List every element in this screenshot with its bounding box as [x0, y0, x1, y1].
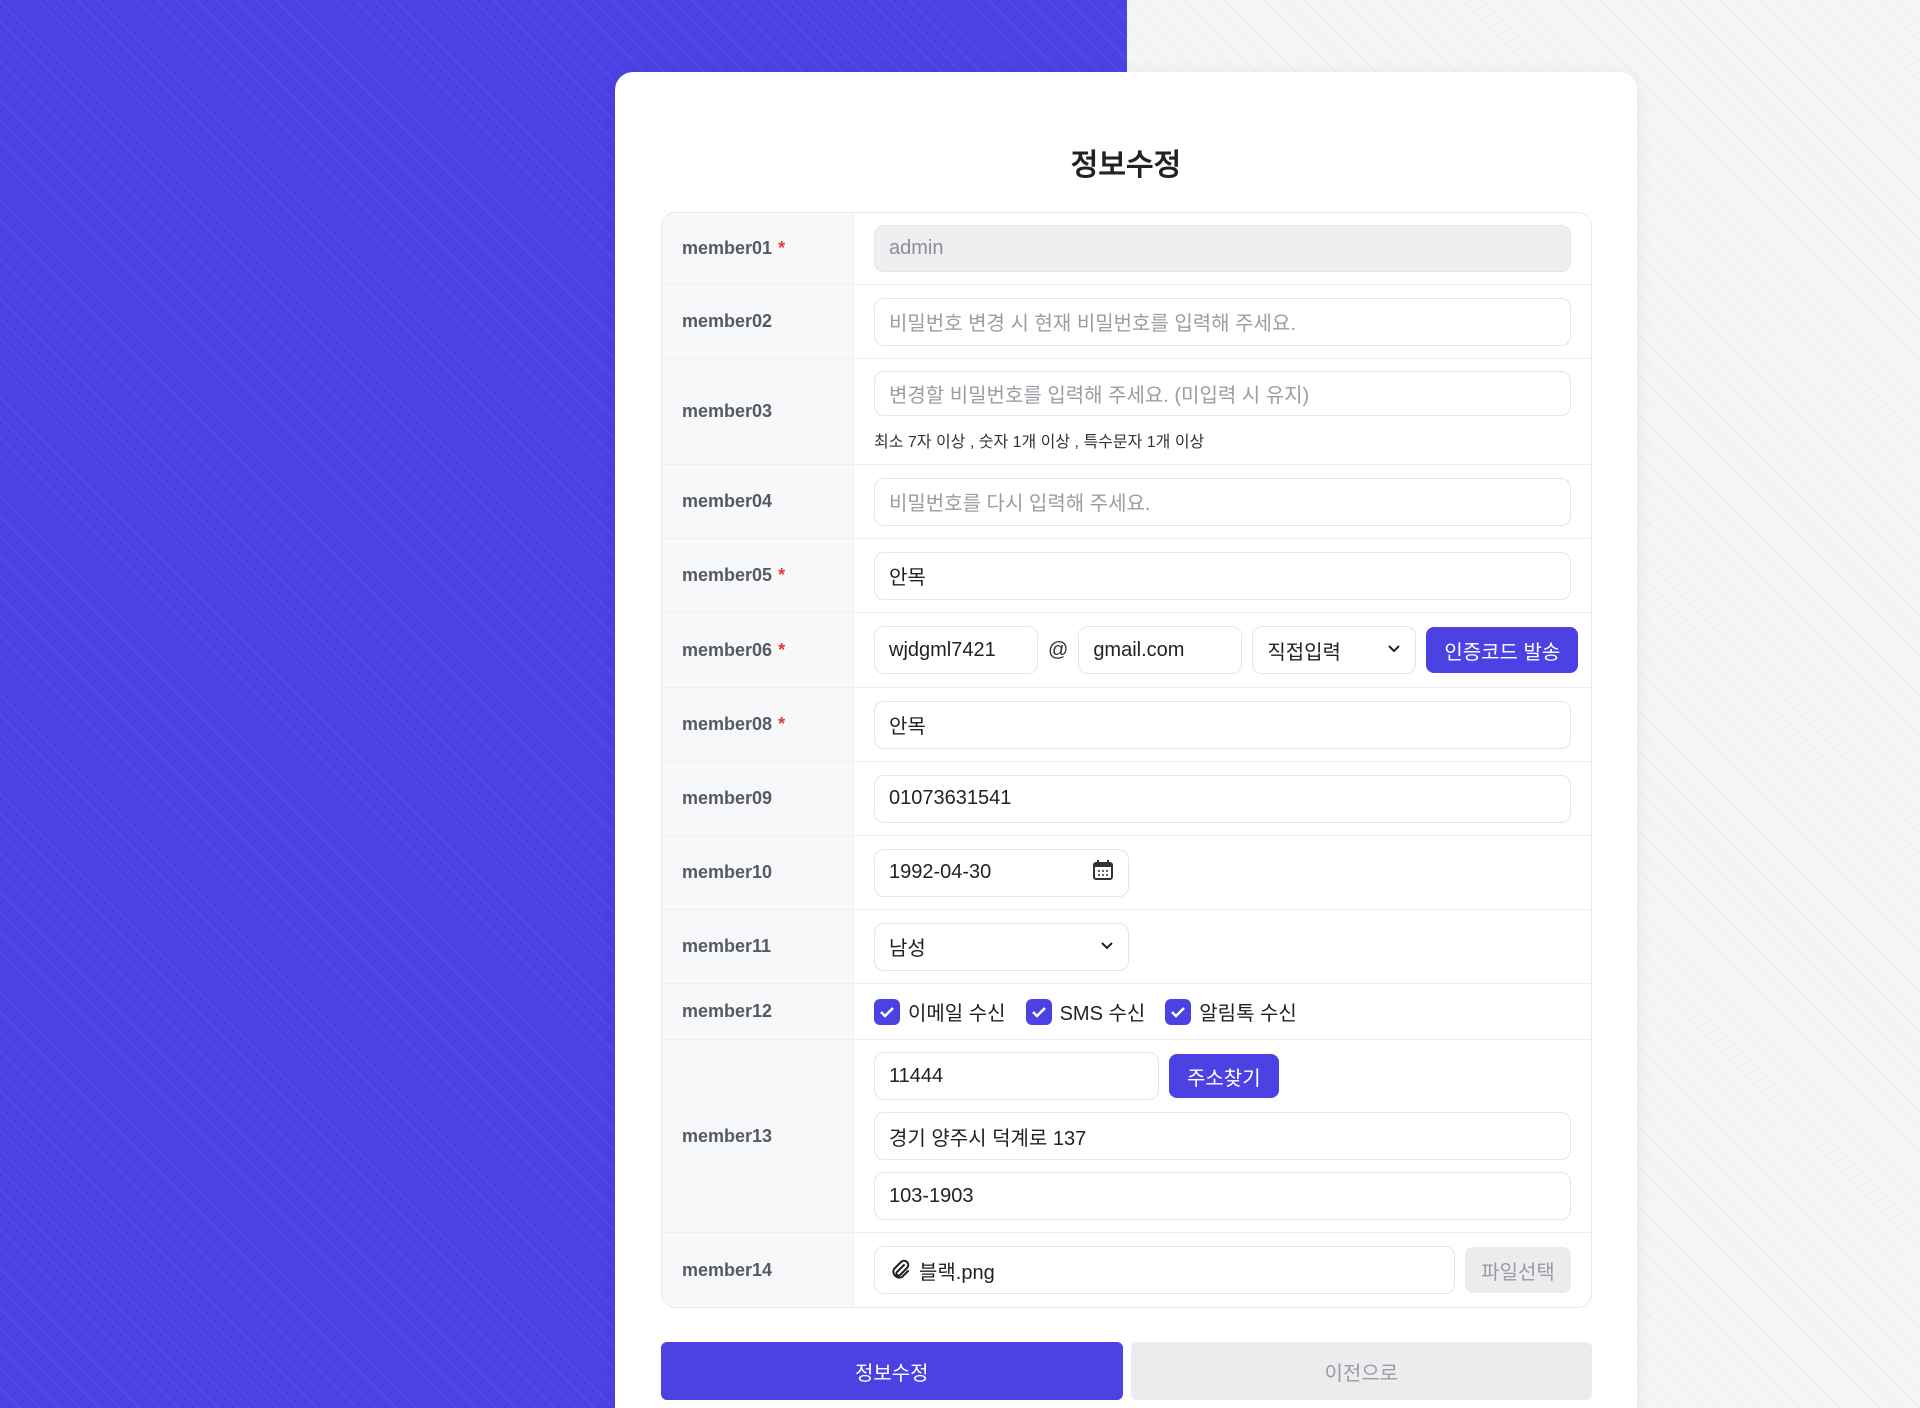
edit-form: member01 * admin member02 비밀번호 변경 시 현재 비밀… [661, 212, 1592, 1308]
form-row-member10: member10 1992-04-30 [662, 836, 1591, 910]
submit-button[interactable]: 정보수정 [661, 1342, 1123, 1400]
required-mark: * [778, 238, 786, 258]
email-domain-input[interactable]: gmail.com [1078, 626, 1243, 674]
form-row-member03: member03 변경할 비밀번호를 입력해 주세요. (미입력 시 유지) 최… [662, 359, 1591, 465]
zip-input[interactable]: 11444 [874, 1052, 1159, 1100]
field-label: member10 [662, 836, 854, 909]
field-label: member05 * [662, 539, 854, 612]
choose-file-button[interactable]: 파일선택 [1465, 1247, 1571, 1293]
phone-input[interactable]: 01073631541 [874, 774, 1571, 823]
form-row-member11: member11 남성 [662, 910, 1591, 984]
chevron-down-icon [1100, 938, 1114, 956]
form-row-member14: member14 블랙.png 파일선택 [662, 1233, 1591, 1307]
new-password-input[interactable]: 변경할 비밀번호를 입력해 주세요. (미입력 시 유지) [874, 371, 1571, 416]
back-button[interactable]: 이전으로 [1130, 1342, 1592, 1400]
at-sign: @ [1048, 638, 1069, 661]
calendar-icon[interactable] [1092, 859, 1114, 886]
form-row-member09: member09 01073631541 [662, 762, 1591, 836]
password-hint: 최소 7자 이상 , 숫자 1개 이상 , 특수문자 1개 이상 [874, 434, 1205, 451]
form-row-member02: member02 비밀번호 변경 시 현재 비밀번호를 입력해 주세요. [662, 285, 1591, 359]
form-row-member05: member05 * 안목 [662, 539, 1591, 613]
form-row-member12: member12 이메일 수신 SMS 수신 알림톡 수신 [662, 984, 1591, 1040]
paperclip-icon [889, 1259, 911, 1281]
confirm-password-input[interactable]: 비밀번호를 다시 입력해 주세요. [874, 477, 1571, 526]
form-row-member08: member08 * 안목 [662, 688, 1591, 762]
find-address-button[interactable]: 주소찾기 [1169, 1054, 1279, 1098]
field-label: member12 [662, 984, 854, 1039]
field-label: member02 [662, 285, 854, 358]
field-label: member03 [662, 359, 854, 464]
form-row-member13: member13 11444 주소찾기 경기 양주시 덕계로 137 103-1… [662, 1040, 1591, 1233]
field-label: member08 * [662, 688, 854, 761]
check-icon[interactable] [1165, 998, 1192, 1025]
field-label: member01 * [662, 213, 854, 284]
address-input[interactable]: 경기 양주시 덕계로 137 [874, 1112, 1571, 1160]
required-mark: * [778, 714, 786, 734]
alimtalk-consent-checkbox[interactable]: 알림톡 수신 [1165, 997, 1297, 1026]
form-card: 정보수정 member01 * admin member02 비밀번호 변경 시 … [615, 72, 1637, 1408]
field-label: member09 [662, 762, 854, 835]
email-consent-checkbox[interactable]: 이메일 수신 [874, 997, 1006, 1026]
birthdate-input[interactable]: 1992-04-30 [874, 848, 1129, 897]
form-actions: 정보수정 이전으로 [661, 1342, 1592, 1400]
field-label: member04 [662, 465, 854, 538]
form-row-member04: member04 비밀번호를 다시 입력해 주세요. [662, 465, 1591, 539]
sms-consent-checkbox[interactable]: SMS 수신 [1025, 997, 1145, 1026]
form-row-member06: member06 * wjdgml7421 @ gmail.com 직접입력 인증… [662, 613, 1591, 688]
check-icon[interactable] [874, 998, 900, 1025]
field-label: member06 * [662, 613, 854, 687]
member08-input[interactable]: 안목 [874, 700, 1571, 749]
email-id-input[interactable]: wjdgml7421 [874, 626, 1038, 674]
chevron-down-icon [1387, 641, 1401, 659]
check-icon[interactable] [1025, 998, 1052, 1025]
required-mark: * [778, 565, 786, 585]
page-title: 정보수정 [1070, 149, 1182, 182]
name-input[interactable]: 안목 [874, 551, 1571, 600]
address-detail-input[interactable]: 103-1903 [874, 1172, 1571, 1220]
field-label: member14 [662, 1233, 854, 1307]
form-row-member01: member01 * admin [662, 213, 1591, 285]
field-label: member13 [662, 1040, 854, 1232]
gender-select[interactable]: 남성 [874, 922, 1129, 971]
send-code-button[interactable]: 인증코드 발송 [1426, 627, 1579, 673]
email-domain-select[interactable]: 직접입력 [1252, 626, 1417, 674]
file-input[interactable]: 블랙.png [874, 1246, 1455, 1294]
current-password-input[interactable]: 비밀번호 변경 시 현재 비밀번호를 입력해 주세요. [874, 297, 1571, 346]
member01-input[interactable]: admin [874, 225, 1571, 272]
required-mark: * [778, 639, 786, 660]
field-label: member11 [662, 910, 854, 983]
